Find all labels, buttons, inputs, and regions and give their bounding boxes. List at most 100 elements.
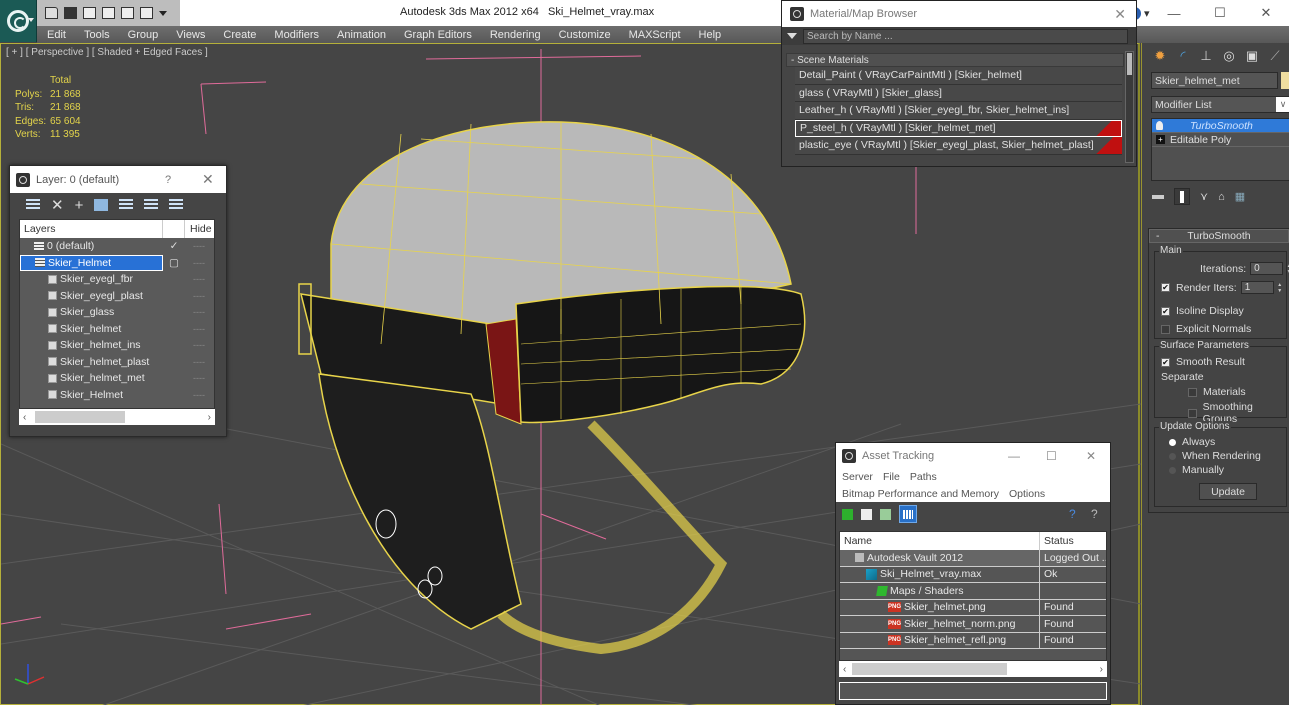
update-when-rendering-option[interactable]: When Rendering (1169, 450, 1261, 462)
asset-row[interactable]: PNG Skier_helmet_norm.png Found (840, 616, 1106, 633)
menu-help[interactable]: Help (689, 29, 730, 41)
menu-graph-editors[interactable]: Graph Editors (394, 29, 480, 41)
scroll-left-icon[interactable]: ‹ (843, 664, 846, 675)
hide-toggle[interactable]: ---- (185, 258, 205, 268)
new-icon[interactable] (83, 7, 96, 19)
scrollbar-thumb[interactable] (35, 411, 125, 423)
menu-tools[interactable]: Tools (74, 29, 118, 41)
column-header-hide[interactable]: Hide (185, 223, 212, 235)
delete-layer-icon[interactable]: ✕ (51, 196, 64, 214)
materials-checkbox[interactable] (1188, 387, 1197, 397)
menu-file[interactable]: File (883, 471, 900, 483)
open-icon[interactable] (45, 7, 58, 19)
object-row[interactable]: Skier_Helmet ---- (20, 387, 214, 404)
options-dropdown-icon[interactable] (787, 33, 797, 39)
hide-toggle[interactable]: ---- (185, 357, 205, 367)
radio-button[interactable] (1169, 466, 1176, 474)
menu-rendering[interactable]: Rendering (480, 29, 549, 41)
scrollbar-thumb[interactable] (852, 663, 1007, 675)
object-row[interactable]: Skier_helmet_plast ---- (20, 354, 214, 371)
current-layer-toggle[interactable]: ✓ (163, 240, 185, 252)
customize-dropdown-icon[interactable] (159, 10, 167, 16)
section-scene-materials[interactable]: - Scene Materials (786, 53, 1124, 67)
menu-views[interactable]: Views (166, 29, 213, 41)
menu-customize[interactable]: Customize (549, 29, 619, 41)
menu-options[interactable]: Options (1009, 488, 1045, 500)
freeze-all-icon[interactable] (169, 199, 184, 211)
hide-toggle[interactable]: ---- (185, 274, 205, 284)
material-item[interactable]: glass ( VRayMtl ) [Skier_glass] (795, 84, 1122, 102)
hide-toggle[interactable]: ---- (185, 307, 205, 317)
motion-tab-icon[interactable]: ◎ (1219, 47, 1239, 65)
layer-row[interactable]: Skier_Helmet ▢ ---- (20, 254, 214, 271)
object-row[interactable]: Skier_helmet_met ---- (20, 370, 214, 387)
minimize-button[interactable]: — (1151, 0, 1197, 26)
column-header-name[interactable]: Name (840, 532, 1040, 550)
render-iters-spinner[interactable]: 1 (1240, 281, 1274, 294)
material-item[interactable]: Detail_Paint ( VRayCarPaintMtl ) [Skier_… (795, 67, 1122, 85)
asset-row[interactable]: Maps / Shaders (840, 583, 1106, 600)
show-end-result-icon[interactable] (1174, 188, 1190, 205)
spinner-arrows-icon[interactable]: ▲▼ (1285, 262, 1289, 275)
object-name-field[interactable]: Skier_helmet_met (1151, 72, 1278, 89)
dialog-titlebar[interactable]: Asset Tracking — ☐ ✕ (836, 443, 1110, 468)
current-layer-toggle[interactable]: ▢ (163, 257, 185, 269)
refresh-icon[interactable] (842, 508, 853, 520)
menu-edit[interactable]: Edit (37, 29, 74, 41)
stack-item-turbosmooth[interactable]: TurboSmooth (1152, 119, 1289, 133)
close-button[interactable]: ✕ (202, 171, 214, 188)
thumbnail-view-icon[interactable] (880, 508, 891, 520)
remove-modifier-icon[interactable]: ⌂ (1218, 191, 1225, 203)
undo-icon[interactable] (121, 7, 134, 19)
configure-sets-icon[interactable]: ▦ (1235, 190, 1245, 203)
object-color-swatch[interactable] (1281, 72, 1289, 89)
pin-stack-icon[interactable] (1152, 194, 1164, 199)
dialog-titlebar[interactable]: Material/Map Browser ✕ (782, 1, 1136, 27)
hide-toggle[interactable]: ---- (185, 324, 205, 334)
material-item[interactable]: P_steel_h ( VRayMtl ) [Skier_helmet_met] (795, 119, 1122, 137)
hide-toggle[interactable]: ---- (185, 390, 205, 400)
asset-row[interactable]: PNG Skier_helmet_refl.png Found (840, 632, 1106, 649)
update-always-option[interactable]: Always (1169, 436, 1215, 448)
smoothing-groups-checkbox[interactable] (1188, 408, 1197, 418)
smooth-result-checkbox[interactable]: ✔ (1161, 357, 1170, 367)
menu-maxscript[interactable]: MAXScript (619, 29, 689, 41)
maximize-button[interactable]: ☐ (1046, 449, 1057, 463)
minimize-button[interactable]: — (1008, 449, 1020, 463)
context-help-icon[interactable]: ? (1091, 507, 1098, 521)
menu-bitmap-performance[interactable]: Bitmap Performance and Memory (842, 488, 999, 500)
object-row[interactable]: Skier_helmet_ins ---- (20, 337, 214, 354)
hide-toggle[interactable]: ---- (185, 241, 205, 251)
hide-toggle[interactable]: ---- (185, 373, 205, 383)
hierarchy-tab-icon[interactable]: ⊥ (1196, 47, 1216, 65)
menu-group[interactable]: Group (118, 29, 167, 41)
create-tab-icon[interactable]: ✹ (1150, 47, 1170, 65)
save-icon[interactable] (64, 7, 77, 19)
menu-server[interactable]: Server (842, 471, 873, 483)
modify-tab-icon[interactable]: ◜ (1173, 47, 1193, 65)
expand-icon[interactable]: + (1156, 135, 1165, 144)
menu-create[interactable]: Create (213, 29, 264, 41)
material-item[interactable]: plastic_eye ( VRayMtl ) [Skier_eyegl_pla… (795, 137, 1122, 155)
hide-toggle[interactable]: ---- (185, 291, 205, 301)
column-header-status[interactable]: Status (1040, 532, 1074, 550)
asset-row[interactable]: Autodesk Vault 2012 Logged Out ... (840, 550, 1106, 567)
scroll-right-icon[interactable]: › (1100, 664, 1103, 675)
update-button[interactable]: Update (1199, 483, 1257, 500)
maximize-button[interactable]: ☐ (1197, 0, 1243, 26)
vertical-scrollbar[interactable] (1125, 51, 1134, 163)
close-button[interactable]: ✕ (1243, 0, 1289, 26)
add-to-layer-icon[interactable]: + (75, 197, 84, 214)
project-icon[interactable] (102, 7, 115, 19)
iterations-spinner[interactable]: 0 (1250, 262, 1284, 275)
column-header-layers[interactable]: Layers (20, 220, 163, 238)
horizontal-scrollbar[interactable]: ‹ › (839, 661, 1107, 677)
isoline-display-checkbox[interactable]: ✔ (1161, 306, 1170, 316)
menu-animation[interactable]: Animation (327, 29, 394, 41)
scroll-left-icon[interactable]: ‹ (23, 412, 26, 423)
radio-button[interactable] (1169, 452, 1176, 460)
object-row[interactable]: Skier_eyegl_plast ---- (20, 288, 214, 305)
layer-row[interactable]: 0 (default) ✓ ---- (20, 238, 214, 255)
scrollbar-thumb[interactable] (1127, 53, 1132, 75)
close-button[interactable]: ✕ (1114, 6, 1126, 23)
